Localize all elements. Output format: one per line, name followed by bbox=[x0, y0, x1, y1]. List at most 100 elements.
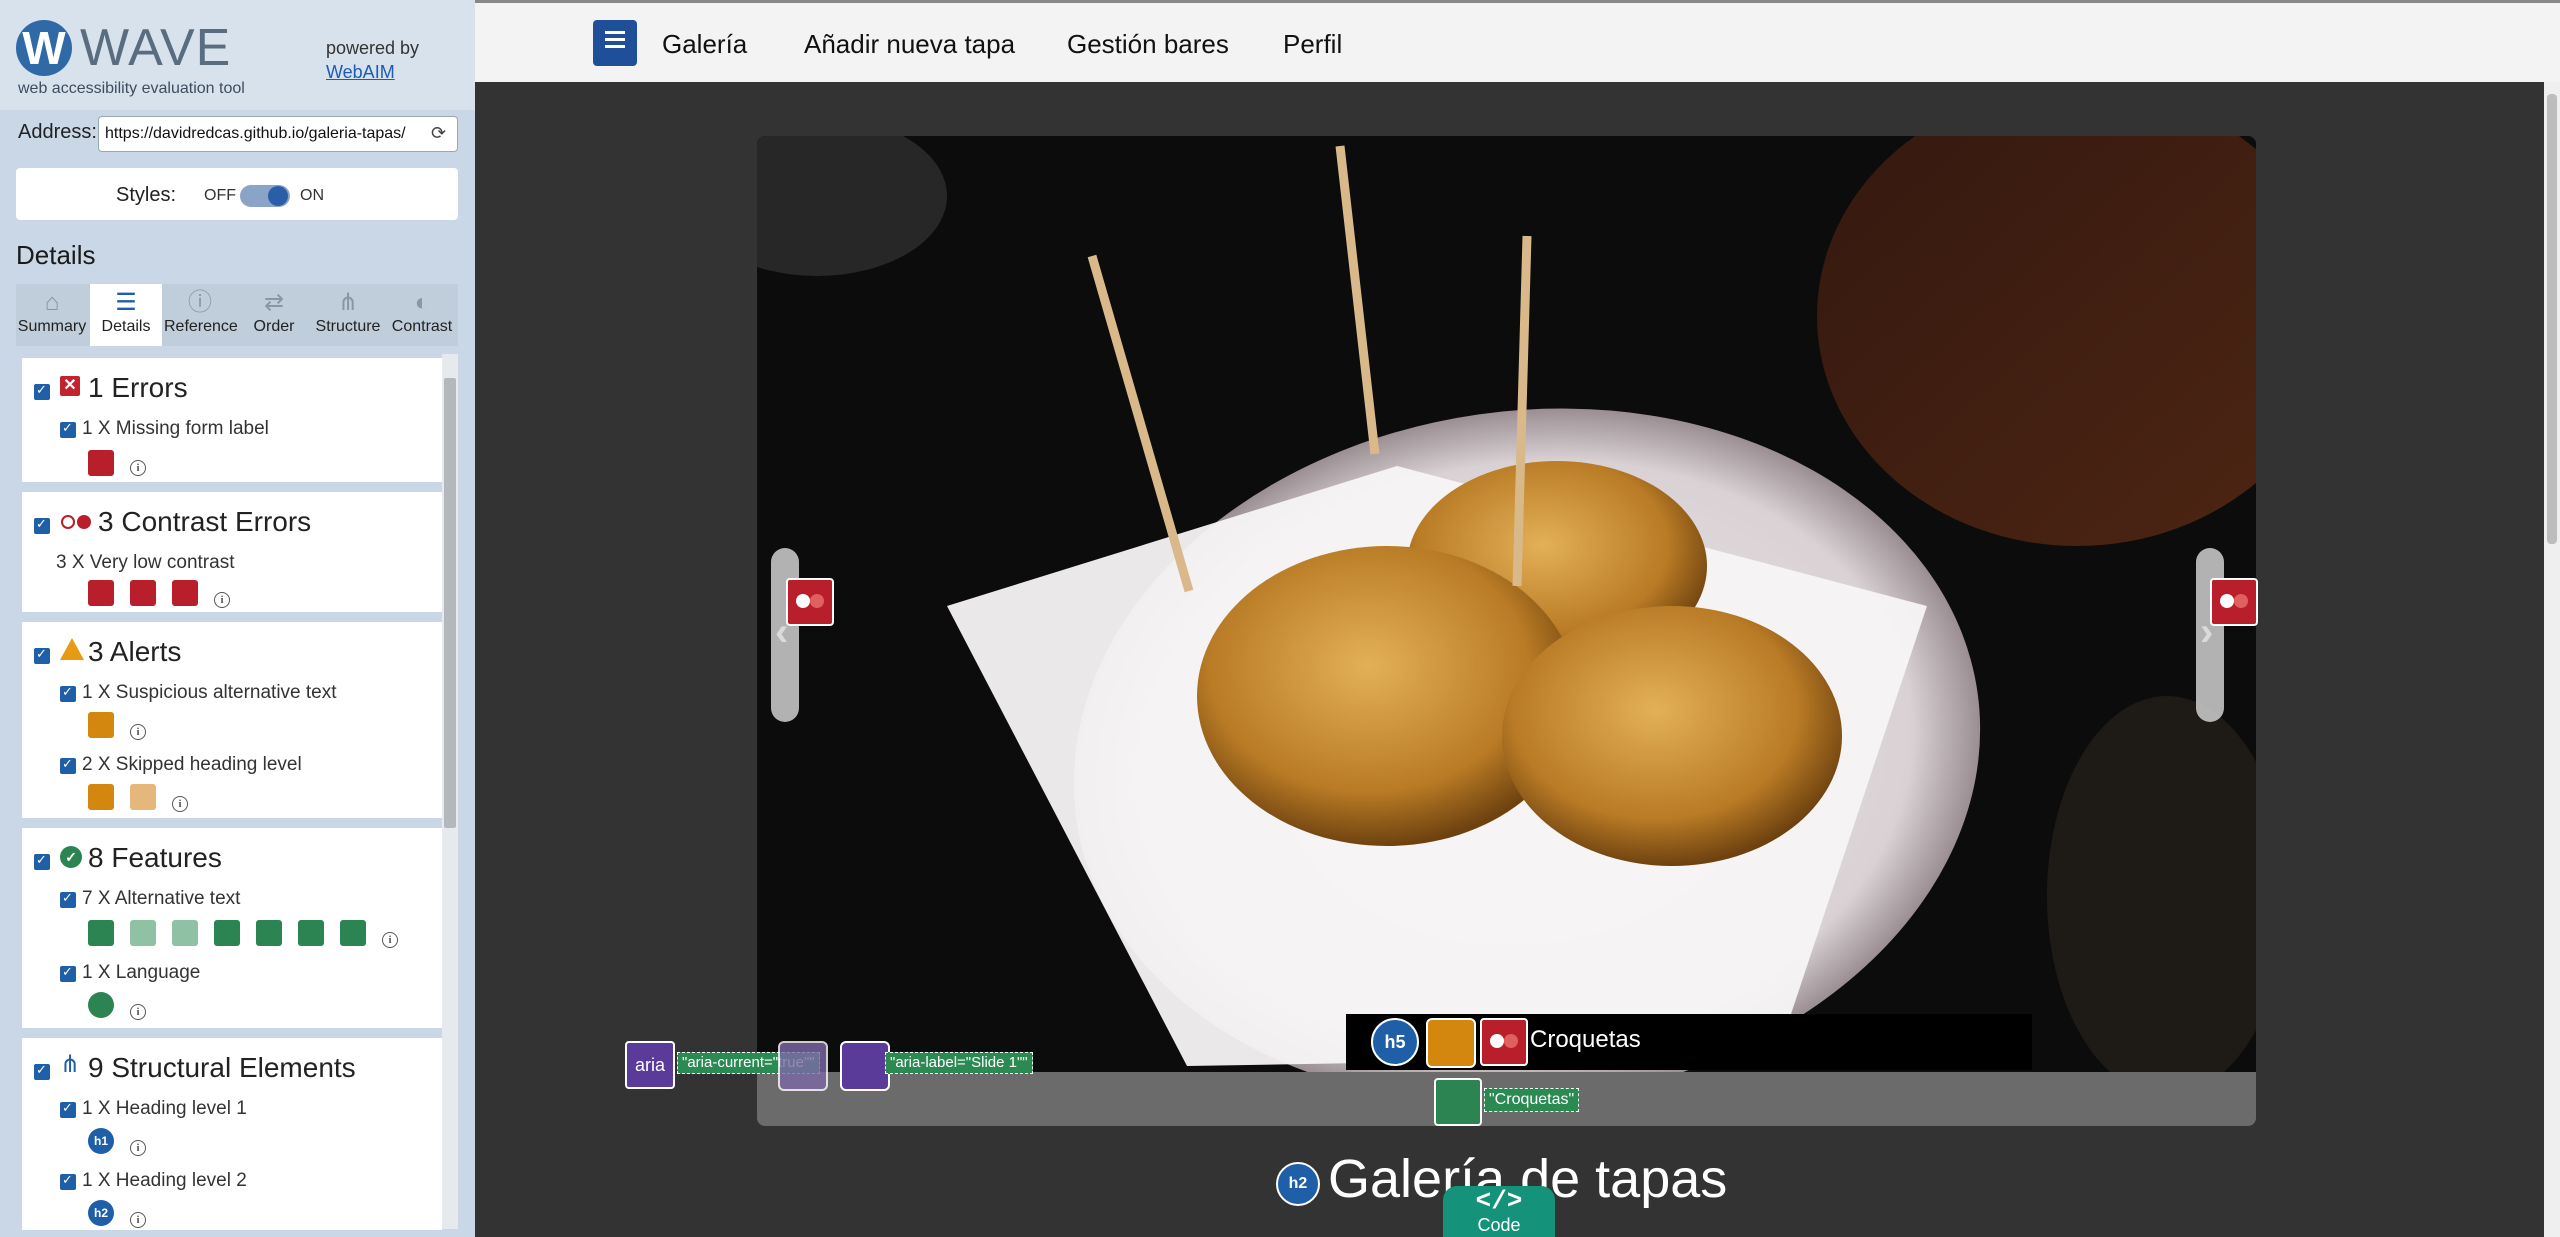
aria-label-annotation: "aria-label="Slide 1"" bbox=[885, 1052, 1033, 1074]
aria-label-tag-icon[interactable] bbox=[840, 1041, 890, 1091]
h2-icon[interactable]: h2 bbox=[88, 1200, 114, 1226]
language-checkbox[interactable] bbox=[60, 964, 76, 982]
missing-label-checkbox[interactable] bbox=[60, 420, 76, 438]
missing-form-label-item: 1 X Missing form label bbox=[82, 418, 269, 439]
contrast-icon bbox=[60, 514, 92, 530]
info-icon[interactable]: i bbox=[214, 592, 230, 608]
contrast-error-icon[interactable] bbox=[172, 580, 198, 606]
alt-text-item: 7 X Alternative text bbox=[82, 888, 241, 909]
info-icon[interactable]: i bbox=[130, 1004, 146, 1020]
alt-text-icon[interactable] bbox=[88, 920, 114, 946]
scrollbar-thumb[interactable] bbox=[2547, 94, 2557, 544]
very-low-contrast-item: 3 X Very low contrast bbox=[56, 552, 235, 573]
h2-badge[interactable]: h2 bbox=[1276, 1162, 1320, 1206]
tab-structure[interactable]: ⋔ Structure bbox=[312, 284, 384, 346]
h1-checkbox[interactable] bbox=[60, 1100, 76, 1118]
info-icon[interactable]: i bbox=[130, 1140, 146, 1156]
alt-text-icon[interactable] bbox=[298, 920, 324, 946]
features-heading: 8 Features bbox=[88, 842, 222, 873]
heading-level-1-item: 1 X Heading level 1 bbox=[82, 1098, 247, 1119]
tab-contrast[interactable]: ◐ Contrast bbox=[386, 284, 458, 346]
nav-anadir-tapa[interactable]: Añadir nueva tapa bbox=[804, 29, 1015, 60]
contrast-error-icon[interactable] bbox=[130, 580, 156, 606]
features-checkbox[interactable] bbox=[34, 852, 50, 870]
structure-heading: 9 Structural Elements bbox=[88, 1052, 356, 1083]
contrast-icon: ◐ bbox=[414, 289, 430, 316]
skipped-heading-badge[interactable] bbox=[1426, 1018, 1476, 1068]
page-scrollbar[interactable] bbox=[2544, 82, 2560, 1237]
language-item: 1 X Language bbox=[82, 962, 201, 983]
h2-checkbox[interactable] bbox=[60, 1172, 76, 1190]
info-icon[interactable]: i bbox=[130, 724, 146, 740]
skipped-heading-icon[interactable] bbox=[88, 784, 114, 810]
alt-text-icon[interactable] bbox=[256, 920, 282, 946]
nav-galeria[interactable]: Galería bbox=[662, 29, 747, 60]
carousel-prev-button[interactable]: ‹ bbox=[771, 548, 799, 722]
alt-text-icon[interactable] bbox=[214, 920, 240, 946]
styles-toggle[interactable] bbox=[240, 185, 290, 207]
info-icon[interactable]: i bbox=[130, 460, 146, 476]
code-icon: </> bbox=[1475, 1186, 1523, 1216]
structure-tree-icon: ⋔ bbox=[60, 1051, 81, 1078]
details-scrollbar[interactable] bbox=[442, 354, 458, 1229]
alt-text-icon[interactable] bbox=[340, 920, 366, 946]
alt-text-badge[interactable] bbox=[1434, 1078, 1482, 1126]
contrast-checkbox[interactable] bbox=[34, 516, 50, 534]
croquetas-photo bbox=[757, 136, 2256, 1104]
info-icon[interactable]: i bbox=[130, 1212, 146, 1228]
missing-label-icon[interactable] bbox=[88, 450, 114, 476]
globe-icon[interactable] bbox=[88, 992, 114, 1018]
address-input[interactable]: https://davidredcas.github.io/galeria-ta… bbox=[98, 116, 458, 152]
info-icon: ⓘ bbox=[188, 289, 212, 316]
info-icon[interactable]: i bbox=[172, 796, 188, 812]
tapas-carousel bbox=[757, 136, 2256, 1126]
contrast-error-icon[interactable] bbox=[88, 580, 114, 606]
suspicious-alt-checkbox[interactable] bbox=[60, 684, 76, 702]
h1-icon[interactable]: h1 bbox=[88, 1128, 114, 1154]
contrast-error-badge[interactable] bbox=[2210, 578, 2258, 626]
order-icon: ⇄ bbox=[263, 289, 285, 316]
site-navbar: Galería Añadir nueva tapa Gestión bares … bbox=[475, 0, 2560, 85]
info-icon[interactable]: i bbox=[382, 932, 398, 948]
alt-text-icon[interactable] bbox=[172, 920, 198, 946]
structure-checkbox[interactable] bbox=[34, 1062, 50, 1080]
wave-sidebar: W WAVE web accessibility evaluation tool… bbox=[0, 0, 475, 1237]
skipped-heading-checkbox[interactable] bbox=[60, 756, 76, 774]
aria-badge[interactable] bbox=[778, 1041, 828, 1091]
h5-badge[interactable]: h5 bbox=[1371, 1018, 1419, 1066]
tab-details[interactable]: ☰ Details bbox=[90, 284, 162, 346]
alert-icon bbox=[60, 638, 84, 660]
carousel-next-button[interactable]: › bbox=[2196, 548, 2224, 722]
reload-icon[interactable]: ⟳ bbox=[431, 123, 451, 143]
code-toggle-button[interactable]: </> Code bbox=[1443, 1186, 1555, 1237]
brand-logo-icon[interactable] bbox=[593, 20, 637, 66]
details-panel: ✕ 1 Errors 1 X Missing form label i 3 Co… bbox=[16, 350, 458, 1230]
errors-checkbox[interactable] bbox=[34, 382, 50, 400]
home-icon: ⌂ bbox=[44, 289, 60, 316]
styles-label: Styles: bbox=[116, 184, 177, 206]
webaim-link[interactable]: WebAIM bbox=[326, 62, 395, 83]
styles-toggle-panel: Styles: OFF ON bbox=[16, 168, 458, 220]
alt-text-checkbox[interactable] bbox=[60, 890, 76, 908]
features-card: ✓ 8 Features 7 X Alternative text i 1 X … bbox=[22, 828, 442, 1028]
tab-order[interactable]: ⇄ Order bbox=[238, 284, 310, 346]
toggle-knob bbox=[268, 186, 288, 206]
nav-gestion-bares[interactable]: Gestión bares bbox=[1067, 29, 1229, 60]
nav-perfil[interactable]: Perfil bbox=[1283, 29, 1342, 60]
contrast-error-badge[interactable] bbox=[1480, 1018, 1528, 1066]
aria-badge[interactable]: aria bbox=[625, 1041, 675, 1089]
styles-off-label: OFF bbox=[204, 187, 236, 204]
scrollbar-thumb[interactable] bbox=[444, 378, 456, 828]
contrast-error-badge[interactable] bbox=[786, 578, 834, 626]
skipped-heading-icon[interactable] bbox=[130, 784, 156, 810]
list-icon: ☰ bbox=[115, 289, 137, 316]
styles-on-label: ON bbox=[300, 187, 324, 204]
alt-text-icon[interactable] bbox=[130, 920, 156, 946]
tab-summary[interactable]: ⌂ Summary bbox=[16, 284, 88, 346]
alerts-checkbox[interactable] bbox=[34, 646, 50, 664]
check-icon: ✓ bbox=[60, 846, 82, 868]
suspicious-alt-icon[interactable] bbox=[88, 712, 114, 738]
address-label: Address: bbox=[18, 121, 97, 143]
tab-reference[interactable]: ⓘ Reference bbox=[164, 284, 238, 346]
errors-card: ✕ 1 Errors 1 X Missing form label i bbox=[22, 358, 442, 482]
